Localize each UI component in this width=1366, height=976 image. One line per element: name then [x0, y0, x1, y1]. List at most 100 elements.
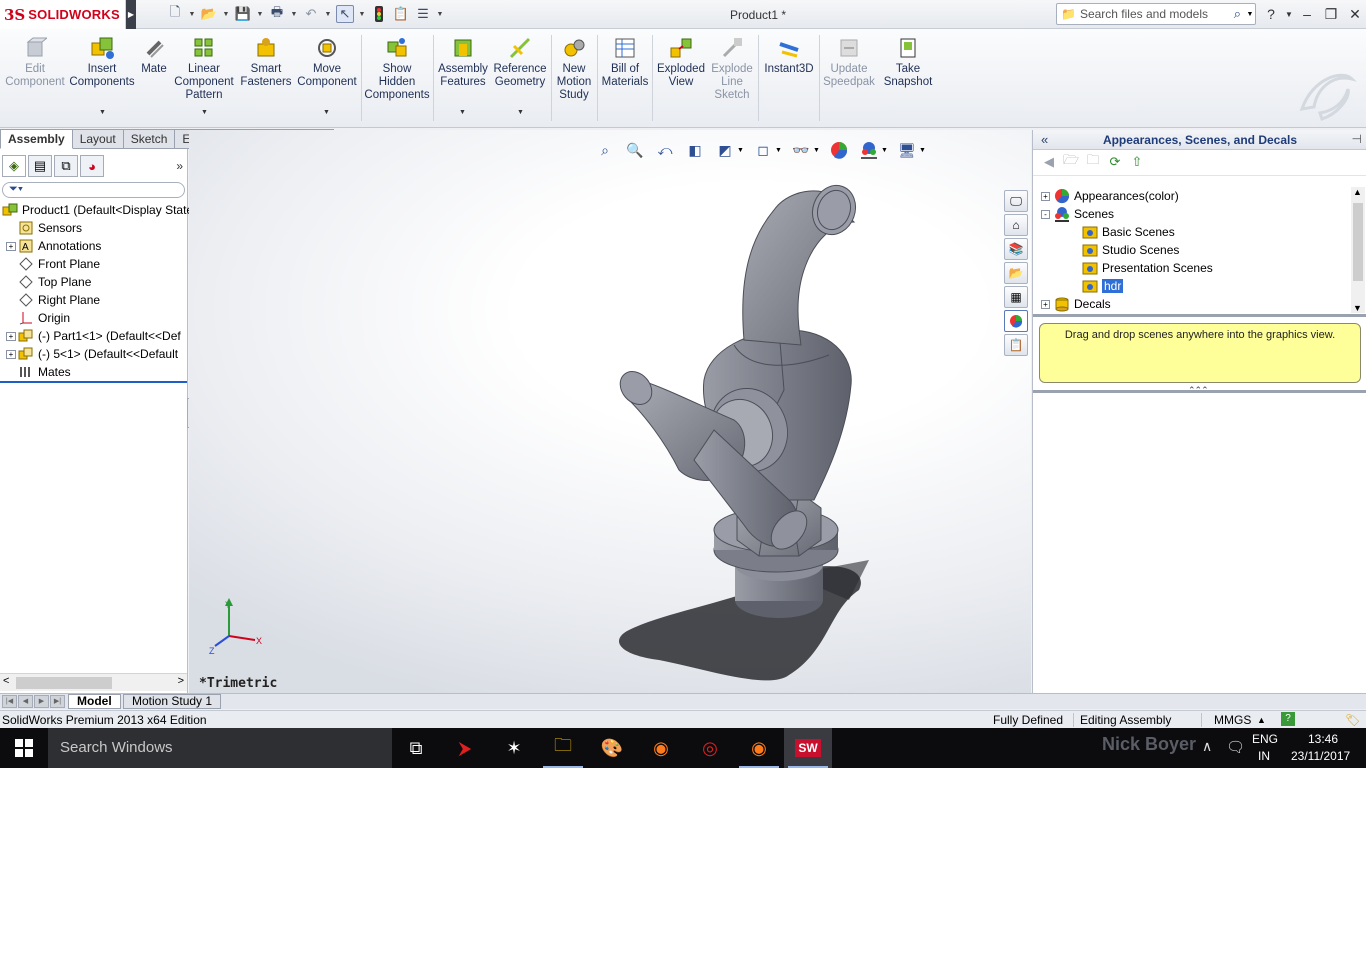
file-properties-icon[interactable]: 📋: [392, 5, 410, 23]
display-style-dropdown-icon[interactable]: ▼: [775, 147, 783, 154]
view-settings-icon[interactable]: 🖥: [895, 139, 919, 161]
menu-expand-arrow-icon[interactable]: ▶: [126, 0, 136, 29]
expand-icon[interactable]: +: [6, 241, 16, 251]
mate-button[interactable]: Mate: [138, 35, 170, 76]
tree-root[interactable]: Product1 (Default<Display State: [0, 201, 193, 219]
new-folder-icon[interactable]: 🗀: [1085, 152, 1101, 170]
appearances-tab-icon[interactable]: [1004, 310, 1028, 332]
save-dropdown-icon[interactable]: ▼: [256, 11, 264, 18]
tab-sketch[interactable]: Sketch: [123, 129, 176, 149]
tab-motion-study-1[interactable]: Motion Study 1: [123, 694, 222, 709]
tree-item-5-1-default-default[interactable]: + (-) 5<1> (Default<<Default: [0, 345, 188, 363]
windows-start-icon[interactable]: [0, 728, 48, 768]
appearance-tree-item-decals[interactable]: + Decals: [1033, 295, 1349, 313]
smart-fasteners-button[interactable]: Smart Fasteners: [238, 35, 294, 89]
tree-item-sensors[interactable]: Sensors: [0, 219, 188, 237]
insert-components-button[interactable]: Insert Components: [69, 35, 135, 89]
search-box[interactable]: 📁 Search files and models ⌕ ▼: [1056, 3, 1256, 25]
feature-manager-tab-icon[interactable]: ◈: [2, 155, 26, 177]
file-explorer-icon[interactable]: 🗀: [539, 728, 587, 768]
appearance-tree-item-studio-scenes[interactable]: Studio Scenes: [1033, 241, 1349, 259]
search-input[interactable]: Search files and models: [1080, 7, 1230, 21]
next-tab-icon[interactable]: ▶: [34, 695, 49, 708]
solidworks-logo[interactable]: 3S SOLIDWORKS: [0, 0, 126, 29]
tab-layout[interactable]: Layout: [72, 129, 124, 149]
solidworks-launcher-icon[interactable]: ✶: [490, 728, 538, 768]
appearance-tree-item-appearances-color[interactable]: + Appearances(color): [1033, 187, 1349, 205]
edit-component-button[interactable]: Edit Component: [5, 35, 65, 89]
insert-components-dropdown-icon[interactable]: ▼: [99, 109, 106, 116]
expand-icon[interactable]: +: [6, 349, 16, 359]
unit-system-dropdown-icon[interactable]: ▲: [1257, 715, 1266, 725]
horizontal-scrollbar[interactable]: < >: [0, 673, 187, 691]
last-tab-icon[interactable]: ▶|: [50, 695, 65, 708]
undo-icon[interactable]: ↶: [302, 5, 320, 23]
linear-component-pattern-button[interactable]: Linear Component Pattern: [174, 35, 234, 102]
open-folder-icon[interactable]: 📂: [200, 5, 218, 23]
new-motion-study-button[interactable]: New Motion Study: [554, 35, 594, 102]
pane-divider[interactable]: [1033, 314, 1366, 317]
minimize-icon[interactable]: –: [1296, 6, 1318, 22]
tree-item-part1-1-default-def[interactable]: + (-) Part1<1> (Default<<Def: [0, 327, 188, 345]
action-center-icon[interactable]: 🗨: [1226, 738, 1245, 756]
expand-panel-chevron-icon[interactable]: »: [176, 159, 183, 173]
appearance-tree-item-scenes[interactable]: - Scenes: [1033, 205, 1349, 223]
tree-item-front-plane[interactable]: Front Plane: [0, 255, 188, 273]
unit-system[interactable]: MMGS: [1214, 713, 1251, 727]
prev-tab-icon[interactable]: ◀: [18, 695, 33, 708]
view-orientation-icon[interactable]: ◩: [713, 139, 737, 161]
exploded-view-button[interactable]: Exploded View: [655, 35, 707, 89]
scroll-thumb[interactable]: [16, 677, 112, 689]
back-arrow-icon[interactable]: ◀: [1041, 154, 1057, 170]
expand-icon[interactable]: +: [6, 331, 16, 341]
linear-pattern-dropdown-icon[interactable]: ▼: [201, 109, 208, 116]
assembly-features-dropdown-icon[interactable]: ▼: [459, 109, 466, 116]
refresh-icon[interactable]: ⟳: [1107, 154, 1123, 170]
appearance-tree-item-presentation-scenes[interactable]: Presentation Scenes: [1033, 259, 1349, 277]
open-folder-icon[interactable]: 🗁: [1063, 152, 1079, 170]
undo-dropdown-icon[interactable]: ▼: [324, 11, 332, 18]
expand-icon[interactable]: +: [1041, 299, 1050, 309]
edit-appearance-icon[interactable]: [827, 139, 851, 161]
options-dropdown-icon[interactable]: ▼: [436, 11, 444, 18]
instant3d-button[interactable]: Instant3D: [761, 35, 817, 76]
reference-geometry-button[interactable]: Reference Geometry: [492, 35, 548, 89]
configuration-manager-tab-icon[interactable]: ⧉: [54, 155, 78, 177]
bill-of-materials-button[interactable]: Bill of Materials: [600, 35, 650, 89]
property-manager-tab-icon[interactable]: ▤: [28, 155, 52, 177]
task-view-icon[interactable]: ⧉: [392, 728, 440, 768]
scroll-right-icon[interactable]: >: [178, 675, 184, 687]
scroll-down-icon[interactable]: ▼: [1353, 303, 1362, 313]
appearance-tree-item-hdr[interactable]: hdr: [1033, 277, 1349, 295]
new-dropdown-icon[interactable]: ▼: [188, 11, 196, 18]
show-hidden-components-button[interactable]: Show Hidden Components: [364, 35, 430, 102]
tree-item-right-plane[interactable]: Right Plane: [0, 291, 188, 309]
select-pointer-icon[interactable]: ↖: [336, 5, 354, 23]
clock-time[interactable]: 13:46: [1308, 732, 1338, 746]
tree-filter[interactable]: ⏷▾: [2, 182, 185, 198]
appearance-tree-item-basic-scenes[interactable]: Basic Scenes: [1033, 223, 1349, 241]
solidworks-resources-tab-icon[interactable]: 🖵: [1004, 190, 1028, 212]
rebuild-traffic-light-icon[interactable]: [370, 5, 388, 23]
hide-show-items-icon[interactable]: 👓: [789, 139, 813, 161]
print-icon[interactable]: 🖶: [268, 4, 286, 23]
new-document-icon[interactable]: 🗋: [166, 4, 184, 23]
pin-icon[interactable]: ⊣: [1352, 132, 1362, 146]
zoom-to-area-icon[interactable]: 🔍: [623, 139, 647, 161]
expand-icon[interactable]: +: [1041, 191, 1050, 201]
open-dropdown-icon[interactable]: ▼: [222, 11, 230, 18]
collapse-icon[interactable]: -: [1041, 209, 1050, 219]
take-snapshot-button[interactable]: Take Snapshot: [880, 35, 936, 89]
move-component-button[interactable]: Move Component: [296, 35, 358, 89]
update-speedpak-button[interactable]: Update Speedpak: [822, 35, 876, 89]
tree-item-mates[interactable]: Mates: [0, 363, 188, 381]
custom-properties-tab-icon[interactable]: 📋: [1004, 334, 1028, 356]
faucet-model[interactable]: [189, 130, 1031, 693]
keyboard-layout-indicator[interactable]: IN: [1258, 749, 1270, 763]
tab-assembly[interactable]: Assembly: [0, 129, 73, 149]
tree-item-top-plane[interactable]: Top Plane: [0, 273, 188, 291]
select-dropdown-icon[interactable]: ▼: [358, 11, 366, 18]
close-icon[interactable]: ✕: [1344, 6, 1366, 23]
hide-show-dropdown-icon[interactable]: ▼: [813, 147, 821, 154]
display-style-icon[interactable]: ◻: [751, 139, 775, 161]
